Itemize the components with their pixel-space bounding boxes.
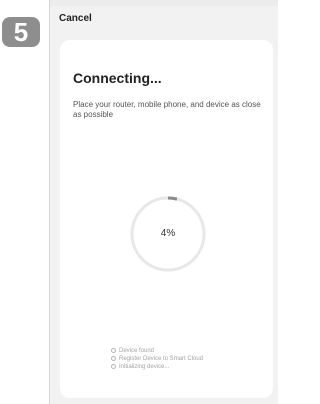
status-bar <box>50 0 278 6</box>
step-item-device-found: Device found <box>111 347 203 355</box>
step-label: Device found <box>119 348 155 354</box>
progress-ring: 4% <box>128 194 208 274</box>
page-title: Connecting... <box>73 70 162 86</box>
step-dot-icon <box>111 355 116 361</box>
step-label: Register Device to Smart Cloud <box>119 356 204 362</box>
connecting-card: Connecting... Place your router, mobile … <box>60 40 273 398</box>
connection-steps-list: Device found Register Device to Smart Cl… <box>111 347 203 371</box>
step-dot-icon <box>111 363 116 369</box>
step-number-badge: 5 <box>2 17 40 47</box>
step-label: Initializing device... <box>119 364 170 370</box>
progress-percentage: 4% <box>160 228 176 239</box>
step-item-register-cloud: Register Device to Smart Cloud <box>111 355 203 363</box>
step-dot-icon <box>111 347 116 353</box>
phone-screen: Cancel Connecting... Place your router, … <box>49 0 278 404</box>
cancel-button[interactable]: Cancel <box>59 13 92 24</box>
bottom-bar <box>50 398 278 404</box>
instruction-text: Place your router, mobile phone, and dev… <box>73 100 261 119</box>
screenshot-page: 5 Cancel Connecting... Place your router… <box>0 0 278 404</box>
step-item-initializing: Initializing device... <box>111 363 203 371</box>
